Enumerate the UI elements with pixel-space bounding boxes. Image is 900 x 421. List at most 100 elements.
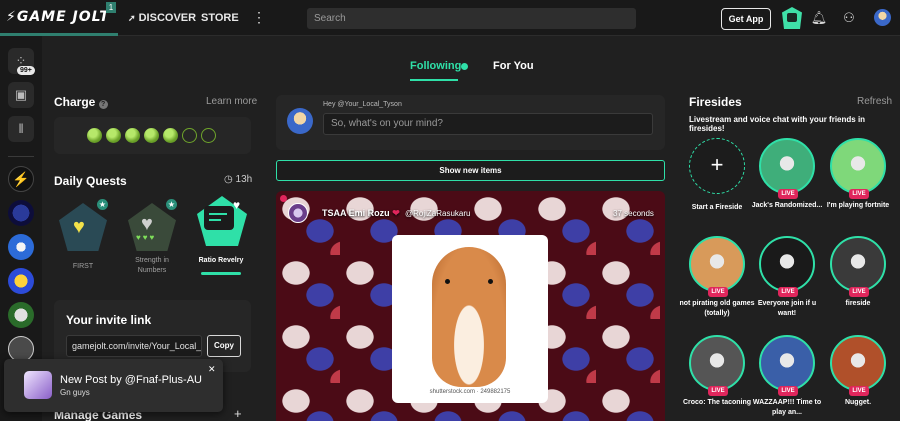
charge-learn-more-link[interactable]: Learn more xyxy=(206,96,257,107)
refresh-link[interactable]: Refresh xyxy=(857,96,892,107)
nav-store[interactable]: STORE xyxy=(201,12,239,24)
post-timestamp: 37 seconds xyxy=(613,209,654,218)
quest-strength-in-numbers[interactable]: ♥ ♥♥♥ ★ xyxy=(128,199,177,251)
quest-progress-bar xyxy=(201,272,241,275)
gamejolt-logo[interactable]: ⚡GAME JOLT xyxy=(6,9,110,25)
notification-count-badge: 1 xyxy=(106,2,116,13)
user-avatar[interactable] xyxy=(874,9,891,26)
fireside-avatar xyxy=(759,138,815,194)
compass-icon: ➚ xyxy=(128,13,136,23)
post-handle[interactable]: @RojiZaRasukaru xyxy=(405,209,470,218)
firesides-title: Firesides xyxy=(689,95,742,109)
heart-icon: ❤ xyxy=(392,208,400,218)
friends-icon[interactable]: ⚇ xyxy=(840,9,858,27)
quest-first-label: FIRST xyxy=(72,263,94,270)
quest-strength-label: Strength in Numbers xyxy=(135,257,169,274)
active-tab-indicator xyxy=(410,79,458,81)
toast-title: New Post by @Fnaf-Plus-AU xyxy=(60,374,202,386)
charge-title: Charge ? xyxy=(54,95,108,109)
gamejolt-community-icon[interactable]: ⚡ xyxy=(8,166,34,192)
tab-following[interactable]: Following xyxy=(410,60,461,72)
fireside-avatar xyxy=(830,335,886,391)
quest-ratio-label: Ratio Revelry xyxy=(198,257,244,264)
fireside-avatar xyxy=(689,335,745,391)
fireside-label: Croco: The taconing xyxy=(682,399,752,406)
clock-icon: ◷ xyxy=(224,174,233,185)
chat-bubble-icon xyxy=(204,206,234,230)
search-input[interactable] xyxy=(307,8,636,29)
quest-star-icon: ★ xyxy=(97,199,108,210)
fireside-avatar xyxy=(689,236,745,292)
live-badge: LIVE xyxy=(778,287,798,297)
fireside-avatar xyxy=(830,236,886,292)
heart-icon: ♥ xyxy=(73,216,85,238)
chat-count-badge: 99+ xyxy=(17,66,35,75)
top-bar: ⚡GAME JOLT 1 ➚ DISCOVER STORE ⋮ Get App … xyxy=(0,0,900,36)
notification-toast[interactable]: New Post by @Fnaf-Plus-AU Gn guys ✕ xyxy=(4,359,223,412)
feed-post[interactable]: TSAA Emi Rozu ❤ @RojiZaRasukaru 37 secon… xyxy=(276,191,665,421)
compose-input[interactable]: So, what's on your mind? xyxy=(323,113,653,135)
charge-orb-filled xyxy=(125,128,140,143)
community-avatar-4[interactable] xyxy=(8,302,34,328)
fireside-label: WAZZAAP!!! Time to play an... xyxy=(752,399,822,416)
quest-ratio-revelry[interactable]: ♥ xyxy=(197,196,247,246)
live-badge: LIVE xyxy=(708,287,728,297)
charge-meter xyxy=(54,117,251,154)
fireside-avatar xyxy=(759,236,815,292)
toast-avatar xyxy=(24,371,52,399)
compose-box: Hey @Your_Local_Tyson So, what's on your… xyxy=(276,95,665,150)
tab-for-you[interactable]: For You xyxy=(493,60,534,72)
copy-button[interactable]: Copy xyxy=(207,335,241,357)
quest-timer-value: 13h xyxy=(235,174,253,185)
charge-orb-filled xyxy=(87,128,102,143)
invite-title: Your invite link xyxy=(66,313,152,327)
backpack-icon[interactable]: ▣ xyxy=(8,82,34,108)
nav-discover[interactable]: ➚ DISCOVER xyxy=(128,12,196,24)
quests-icon[interactable] xyxy=(782,7,802,29)
charge-orb-filled xyxy=(163,128,178,143)
fireside-label: not pirating old games (totally) xyxy=(679,300,755,317)
post-image[interactable]: shutterstock.com · 249882175 xyxy=(392,235,548,403)
user-avatar xyxy=(287,108,313,134)
heart-icon: ♥ xyxy=(233,198,241,212)
small-hearts-icon: ♥♥♥ xyxy=(136,233,157,242)
more-menu-icon[interactable]: ⋮ xyxy=(252,9,266,26)
charge-orb-filled xyxy=(144,128,159,143)
close-icon[interactable]: ✕ xyxy=(208,364,216,375)
invite-link-field[interactable]: gamejolt.com/invite/Your_Local_Tyson xyxy=(66,335,202,357)
help-icon[interactable]: ? xyxy=(98,100,108,109)
get-app-button[interactable]: Get App xyxy=(721,8,771,30)
community-avatar-3[interactable] xyxy=(8,268,34,294)
add-game-button[interactable]: + xyxy=(234,406,242,421)
quest-timer: ◷ 13h xyxy=(224,174,252,185)
fireside-label: I'm playing fortnite xyxy=(826,202,890,209)
fireside-avatar xyxy=(759,335,815,391)
image-credit: shutterstock.com · 249882175 xyxy=(429,389,511,395)
community-avatar-1[interactable] xyxy=(8,200,34,226)
plus-icon: + xyxy=(689,138,745,194)
new-content-dot xyxy=(461,63,468,70)
toast-body: Gn guys xyxy=(60,388,90,397)
charge-orb-empty xyxy=(201,128,216,143)
live-badge: LIVE xyxy=(708,386,728,396)
firesides-subtitle: Livestream and voice chat with your frie… xyxy=(689,115,866,133)
rail-divider xyxy=(8,156,34,157)
community-avatar-2[interactable] xyxy=(8,234,34,260)
fireside-avatar xyxy=(830,138,886,194)
fireside-label: Jack's Randomized... xyxy=(751,202,823,209)
post-author[interactable]: TSAA Emi Rozu ❤ xyxy=(322,208,400,219)
bell-icon[interactable]: 🔔︎ xyxy=(810,9,828,27)
fireside-label: Nugget. xyxy=(844,399,872,406)
start-fireside-label: Start a Fireside xyxy=(691,204,743,211)
show-new-items-button[interactable]: Show new items xyxy=(276,160,665,181)
nav-discover-label: DISCOVER xyxy=(138,12,197,24)
charge-orb-filled xyxy=(106,128,121,143)
fireside-label: fireside xyxy=(845,300,871,307)
fireside-label: Everyone join if u want! xyxy=(757,300,817,317)
quest-first[interactable]: ♥ ★ xyxy=(59,199,108,251)
post-author-avatar[interactable] xyxy=(288,203,308,223)
quest-star-icon: ★ xyxy=(166,199,177,210)
library-icon[interactable]: ‖ xyxy=(8,116,34,142)
live-badge: LIVE xyxy=(778,189,798,199)
charge-orb-empty xyxy=(182,128,197,143)
